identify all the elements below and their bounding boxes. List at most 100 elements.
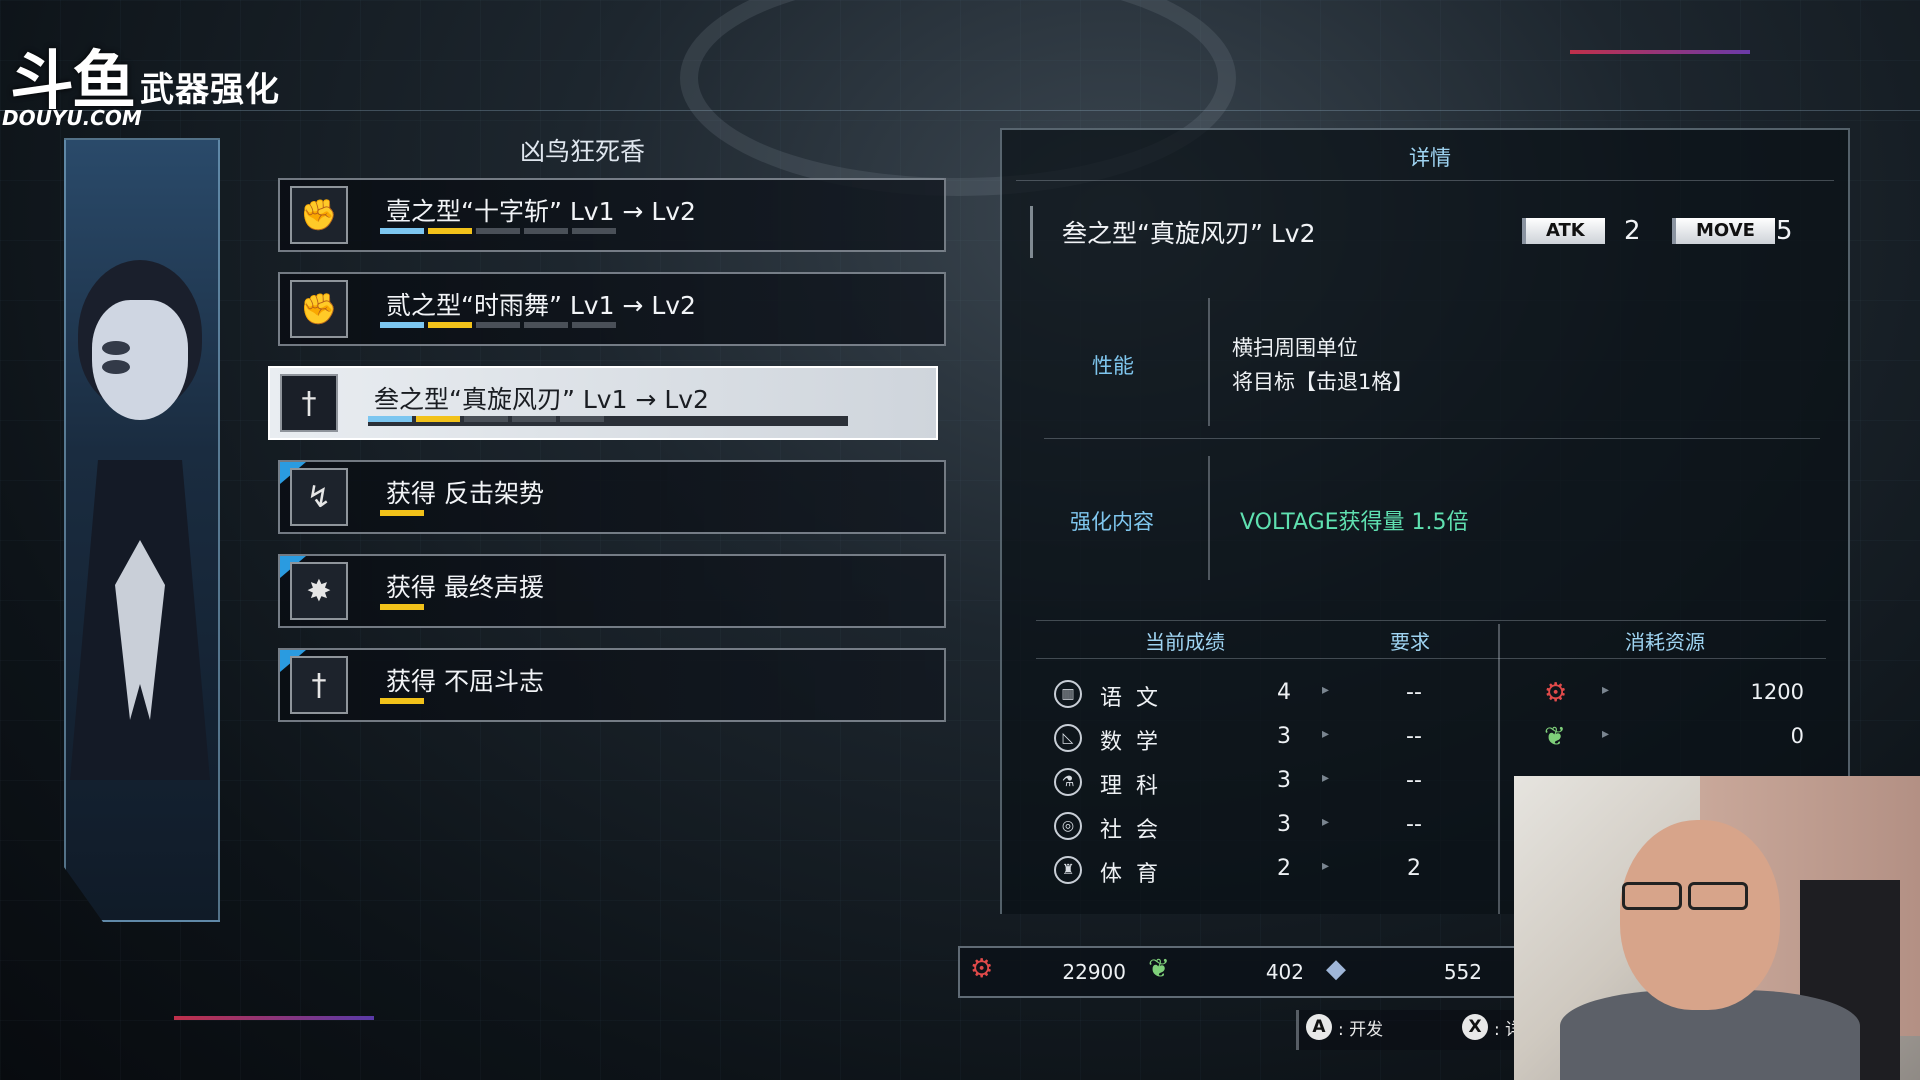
col-require-header: 要求: [1390, 630, 1430, 654]
enhance-label: 强化内容: [1070, 510, 1154, 534]
bottom-accent-stripe: [174, 1016, 374, 1020]
detail-skill-name: 叁之型“真旋风刃” Lv2: [1062, 219, 1316, 248]
level-segment: [524, 322, 568, 328]
douyu-site: DOUYU.COM: [2, 106, 142, 130]
cost-row: ❦ ▸ 0: [1534, 720, 1804, 760]
sport-icon: ♜: [1054, 856, 1082, 884]
fist-icon: ✊: [290, 280, 348, 338]
skill-item[interactable]: ↯ 获得 反击架势: [278, 460, 946, 534]
subject-score: 3: [1277, 768, 1291, 793]
subject-name: 社会: [1100, 818, 1173, 843]
performance-line: 将目标【击退1格】: [1232, 370, 1414, 394]
subject-row: ◎ 社会 3 ▸ --: [1048, 808, 1498, 848]
character-portrait-eyes: [102, 340, 178, 374]
resource-value: 402: [1265, 960, 1304, 984]
performance-separator: [1208, 298, 1210, 426]
table-top-divider: [1036, 620, 1826, 621]
skill-item[interactable]: † 获得 不屈斗志: [278, 648, 946, 722]
fist-icon: ✊: [290, 186, 348, 244]
move-tag: MOVE: [1672, 218, 1775, 244]
arrow-icon: ▸: [1602, 726, 1610, 742]
subject-requirement: --: [1406, 768, 1422, 793]
level-segment: [464, 416, 508, 422]
subject-score: 3: [1277, 724, 1291, 749]
resource-value: 22900: [1062, 960, 1126, 984]
skill-level-bars: [380, 510, 424, 516]
arrow-icon: ▸: [1322, 770, 1330, 786]
skill-item[interactable]: ✊ 壹之型“十字斩” Lv1 → Lv2: [278, 178, 946, 252]
leaf-icon: ❦: [1148, 954, 1170, 984]
develop-label: : 开发: [1338, 1019, 1384, 1040]
enhance-text: VOLTAGE获得量 1.5倍: [1240, 510, 1469, 535]
x-button-icon: X: [1462, 1014, 1488, 1040]
level-segment: [476, 322, 520, 328]
col-cost-header: 消耗资源: [1625, 630, 1705, 654]
arrow-icon: ▸: [1322, 858, 1330, 874]
skill-level-bars: [380, 322, 616, 328]
gear-coin-icon: ⚙: [970, 954, 994, 984]
subject-requirement: --: [1406, 724, 1422, 749]
skill-level-bars: [380, 604, 424, 610]
performance-label: 性能: [1092, 354, 1134, 378]
subject-row: ◺ 数学 3 ▸ --: [1048, 720, 1498, 760]
resource-value: 552: [1443, 960, 1482, 984]
leaf-icon: ❦: [1544, 722, 1566, 752]
flask-icon: ⚗: [1054, 768, 1082, 796]
level-segment: [368, 416, 412, 422]
level-segment: [380, 698, 424, 704]
level-segment: [560, 416, 604, 422]
level-segment: [512, 416, 556, 422]
subject-name: 体育: [1100, 862, 1173, 887]
subject-score: 3: [1277, 812, 1291, 837]
subject-requirement: --: [1406, 680, 1422, 705]
skill-level-bars: [368, 416, 604, 422]
atk-tag: ATK: [1522, 218, 1605, 244]
level-segment: [416, 416, 460, 422]
blade-icon: †: [280, 374, 338, 432]
subject-name: 理科: [1100, 774, 1173, 799]
subject-requirement: --: [1406, 812, 1422, 837]
detail-title: 详情: [1409, 146, 1451, 170]
level-segment: [380, 322, 424, 328]
table-header-divider: [1036, 658, 1826, 659]
level-segment: [476, 228, 520, 234]
page-title: 武器强化: [140, 70, 280, 110]
webcam-streamer-glasses: [1622, 882, 1772, 916]
weapon-name: 凶鸟狂死香: [520, 137, 646, 166]
counter-icon: ↯: [290, 468, 348, 526]
ruler-icon: ◺: [1054, 724, 1082, 752]
subject-name: 语文: [1100, 686, 1173, 711]
crystal-icon: ◆: [1326, 954, 1346, 984]
arrow-icon: ▸: [1322, 726, 1330, 742]
subject-score: 2: [1277, 856, 1291, 881]
level-segment: [572, 228, 616, 234]
performance-line: 横扫周围单位: [1232, 336, 1358, 360]
level-segment: [380, 510, 424, 516]
skill-level-bars: [380, 228, 616, 234]
skill-label: 贰之型“时雨舞” Lv1 → Lv2: [386, 291, 696, 320]
skill-label: 获得 反击架势: [386, 479, 544, 508]
level-segment: [428, 322, 472, 328]
skill-item[interactable]: ✸ 获得 最终声援: [278, 554, 946, 628]
burst-icon: ✸: [290, 562, 348, 620]
skill-label: 获得 最终声援: [386, 573, 544, 602]
globe-icon: ◎: [1054, 812, 1082, 840]
skill-label: 壹之型“十字斩” Lv1 → Lv2: [386, 197, 696, 226]
cost-row: ⚙ ▸ 1200: [1534, 676, 1804, 716]
a-button-icon: A: [1306, 1014, 1332, 1040]
subject-row: ▥ 语文 4 ▸ --: [1048, 676, 1498, 716]
resource-cell: ❦ 402: [1140, 954, 1312, 990]
skill-level-bars: [380, 698, 424, 704]
subject-requirement: 2: [1407, 856, 1421, 881]
blade-icon: †: [290, 656, 348, 714]
resource-cell: ⚙ 22900: [962, 954, 1134, 990]
header-accent-stripe: [1570, 50, 1750, 54]
subject-row: ⚗ 理科 3 ▸ --: [1048, 764, 1498, 804]
skill-item[interactable]: ✊ 贰之型“时雨舞” Lv1 → Lv2: [278, 272, 946, 346]
header-divider: [0, 110, 1920, 111]
level-segment: [428, 228, 472, 234]
skill-item[interactable]: † 叁之型“真旋风刃” Lv1 → Lv2: [268, 366, 938, 440]
table-column-separator: [1498, 624, 1500, 914]
book-icon: ▥: [1054, 680, 1082, 708]
develop-button[interactable]: A : 开发: [1306, 1014, 1383, 1048]
